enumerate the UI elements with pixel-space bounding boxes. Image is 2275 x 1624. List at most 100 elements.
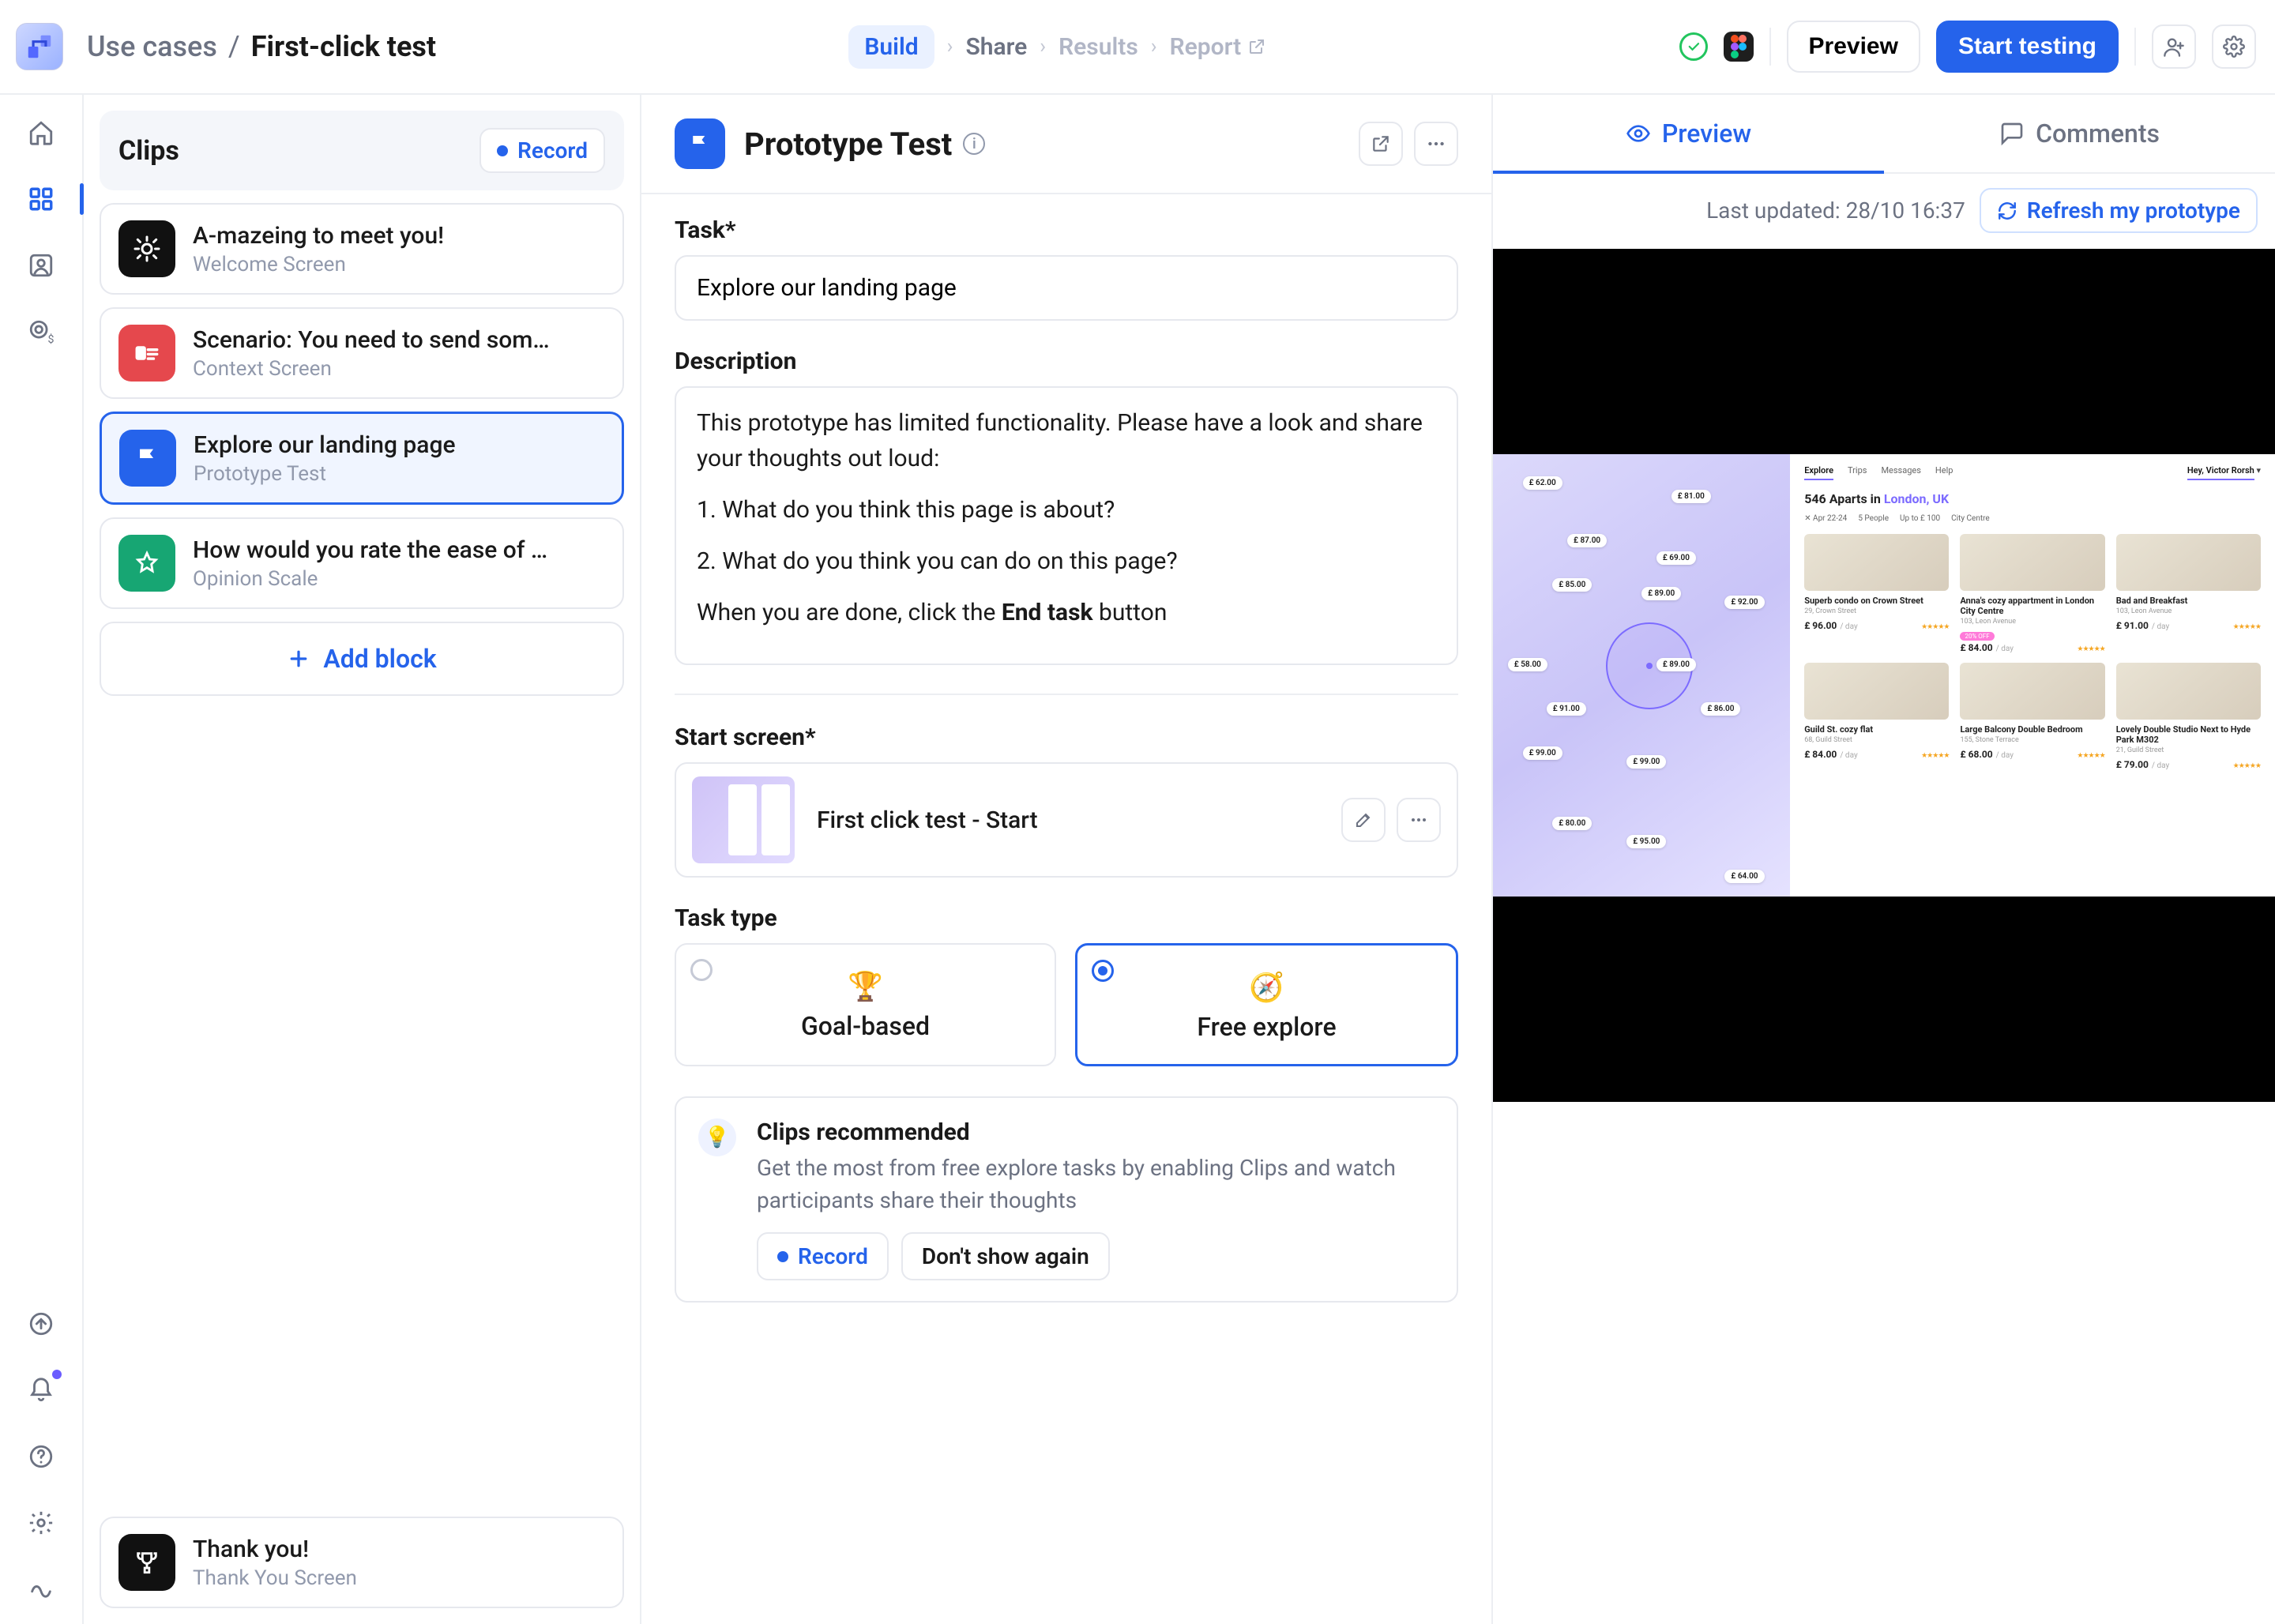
app-logo[interactable] <box>16 23 63 70</box>
refresh-prototype-button[interactable]: Refresh my prototype <box>1980 188 2258 233</box>
rail-settings[interactable] <box>22 1504 60 1542</box>
proto-grid: Superb condo on Crown Street29, Crown St… <box>1804 534 2261 770</box>
stars-icon: ★★★★★ <box>2077 645 2104 653</box>
proto-listing-name: Guild St. cozy flat <box>1804 724 1949 735</box>
stars-icon: ★★★★★ <box>2077 752 2104 760</box>
task-type-label: Task type <box>675 904 1458 932</box>
proto-listing-addr: 103, Leon Avenue <box>2116 607 2261 615</box>
rail-credits[interactable]: $ <box>22 313 60 351</box>
task-input[interactable] <box>675 255 1458 321</box>
proto-listing-name: Superb condo on Crown Street <box>1804 596 1949 606</box>
task-type-free[interactable]: 🧭 Free explore <box>1075 943 1458 1066</box>
proto-listing: Guild St. cozy flat68, Guild Street£ 84.… <box>1804 663 1949 770</box>
tab-preview[interactable]: Preview <box>1493 95 1884 172</box>
proto-listing-image <box>1804 534 1949 591</box>
map-price-pin: £ 89.00 <box>1656 658 1696 671</box>
step-build[interactable]: Build <box>848 25 934 69</box>
rail-blocks[interactable] <box>22 180 60 218</box>
proto-listing-image <box>2116 534 2261 591</box>
map-price-pin: £ 81.00 <box>1671 490 1711 503</box>
block-sub: Context Screen <box>193 357 550 381</box>
tab-comments[interactable]: Comments <box>1884 95 2275 172</box>
rail-participants[interactable] <box>22 246 60 284</box>
map-price-pin: £ 62.00 <box>1523 476 1562 490</box>
proto-price: £ 79.00 <box>2116 759 2149 770</box>
proto-listing: Anna's cozy appartment in London City Ce… <box>1960 534 2104 653</box>
plus-icon <box>287 647 310 671</box>
rail-help[interactable] <box>22 1438 60 1476</box>
description-line: This prototype has limited functionality… <box>697 405 1436 476</box>
block-welcome[interactable]: A-mazeing to meet you! Welcome Screen <box>100 203 624 295</box>
chevron-right-icon: › <box>1151 35 1157 58</box>
tip-record-label: Record <box>798 1243 868 1269</box>
proto-listing: Lovely Double Studio Next to Hyde Park M… <box>2116 663 2261 770</box>
tab-label: Preview <box>1662 118 1751 148</box>
start-screen-name: First click test - Start <box>817 806 1038 834</box>
open-external-button[interactable] <box>1359 122 1403 166</box>
editor-title-text: Prototype Test <box>744 126 952 163</box>
breadcrumb-parent[interactable]: Use cases <box>87 30 217 63</box>
proto-listing: Superb condo on Crown Street29, Crown St… <box>1804 534 1949 653</box>
refresh-label: Refresh my prototype <box>2027 197 2240 224</box>
start-screen-thumb <box>692 776 795 863</box>
proto-map: £ 62.00 £ 81.00 £ 87.00 £ 69.00 £ 85.00 … <box>1493 454 1790 897</box>
step-share[interactable]: Share <box>965 33 1027 61</box>
chevron-right-icon: › <box>1040 35 1046 58</box>
block-context[interactable]: Scenario: You need to send som… Context … <box>100 307 624 399</box>
breadcrumb-sep: / <box>228 30 240 63</box>
proto-price: £ 84.00 <box>1804 749 1837 760</box>
sun-icon <box>118 220 175 277</box>
proto-listing-image <box>2116 663 2261 720</box>
svg-text:$: $ <box>48 333 55 345</box>
tip-dismiss-button[interactable]: Don't show again <box>901 1232 1110 1280</box>
lightbulb-icon: 💡 <box>698 1118 736 1156</box>
stars-icon: ★★★★★ <box>1921 752 1949 760</box>
block-title: Scenario: You need to send som… <box>193 326 550 354</box>
info-icon[interactable]: i <box>963 133 985 155</box>
invite-user-button[interactable] <box>2152 24 2196 69</box>
flag-icon <box>675 118 725 169</box>
preview-button[interactable]: Preview <box>1787 21 1920 73</box>
task-type-label-text: Goal-based <box>692 1011 1039 1041</box>
map-price-pin: £ 64.00 <box>1724 870 1764 883</box>
block-title: Explore our landing page <box>194 431 456 459</box>
proto-user: Hey, Victor Rorsh ▾ <box>2187 465 2261 480</box>
map-price-pin: £ 69.00 <box>1656 551 1696 565</box>
block-opinion[interactable]: How would you rate the ease of … Opinion… <box>100 517 624 609</box>
prototype-frame[interactable]: £ 62.00 £ 81.00 £ 87.00 £ 69.00 £ 85.00 … <box>1493 249 2275 1102</box>
block-title: Thank you! <box>193 1536 357 1563</box>
task-type-label-text: Free explore <box>1093 1012 1440 1042</box>
settings-button[interactable] <box>2212 24 2256 69</box>
comment-icon <box>1999 121 2025 146</box>
block-thank-you[interactable]: Thank you! Thank You Screen <box>100 1517 624 1608</box>
clips-title: Clips <box>118 135 179 167</box>
divider <box>2134 28 2136 66</box>
description-input[interactable]: This prototype has limited functionality… <box>675 386 1458 665</box>
start-screen-more-button[interactable] <box>1397 798 1441 842</box>
proto-listing-addr: 103, Leon Avenue <box>1960 618 2104 626</box>
block-prototype[interactable]: Explore our landing page Prototype Test <box>100 412 624 505</box>
block-sub: Prototype Test <box>194 462 456 486</box>
task-type-goal[interactable]: 🏆 Goal-based <box>675 943 1056 1066</box>
rail-notifications[interactable] <box>22 1371 60 1409</box>
context-icon <box>118 325 175 382</box>
proto-price: £ 68.00 <box>1960 749 1992 760</box>
figma-icon[interactable] <box>1724 32 1754 62</box>
start-testing-button[interactable]: Start testing <box>1936 21 2119 73</box>
rail-integrations[interactable] <box>22 1570 60 1608</box>
tip-record-button[interactable]: Record <box>757 1232 889 1280</box>
rail-upload[interactable] <box>22 1305 60 1343</box>
add-block-label: Add block <box>323 644 436 674</box>
map-price-pin: £ 58.00 <box>1508 658 1547 671</box>
status-check-icon[interactable] <box>1679 32 1708 61</box>
left-rail: $ <box>0 95 84 1624</box>
stars-icon: ★★★★★ <box>2233 762 2261 770</box>
map-price-pin: £ 85.00 <box>1552 578 1592 592</box>
rail-home[interactable] <box>22 114 60 152</box>
last-updated: Last updated: 28/10 16:37 <box>1706 197 1965 224</box>
edit-start-screen-button[interactable] <box>1341 798 1386 842</box>
clips-record-button[interactable]: Record <box>479 128 605 173</box>
add-block-button[interactable]: Add block <box>100 622 624 696</box>
map-price-pin: £ 80.00 <box>1552 817 1592 830</box>
more-button[interactable] <box>1414 122 1458 166</box>
